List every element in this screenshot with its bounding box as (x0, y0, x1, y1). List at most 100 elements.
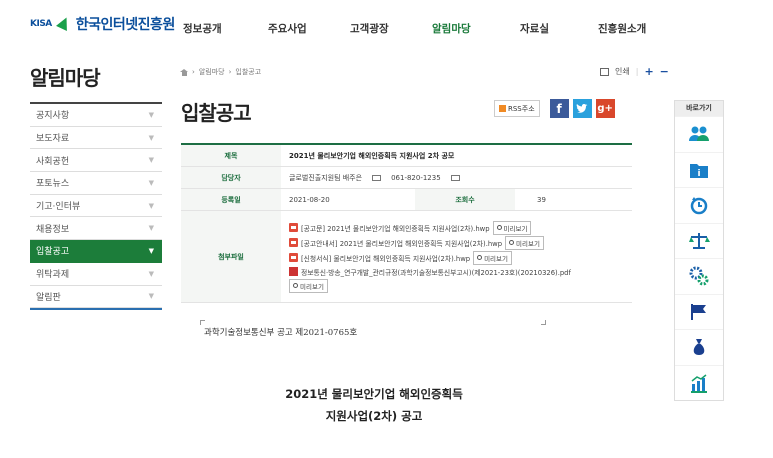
quick-link-settings[interactable] (675, 258, 723, 294)
chevron-down-icon: ▼ (148, 110, 154, 119)
quick-link-history[interactable] (675, 187, 723, 223)
facebook-share-button[interactable]: f (549, 99, 569, 118)
gear-icon (689, 266, 709, 286)
hwp-file-icon (289, 238, 298, 247)
search-icon (293, 283, 298, 288)
hwp-file-icon (289, 253, 298, 262)
print-button[interactable]: 인쇄 (615, 66, 630, 77)
sidebar-title: 알림마당 (30, 66, 101, 90)
twitter-bird-icon (576, 103, 588, 113)
manager-cell: 글로벌진출지원팀 배주은 061-820-1235 (281, 167, 632, 188)
preview-label: 미리보기 (516, 239, 540, 248)
breadcrumb-sep: › (192, 68, 195, 76)
chevron-down-icon: ▼ (148, 201, 154, 210)
sidebar-item-board[interactable]: 알림판 ▼ (30, 286, 162, 309)
sidebar-item-social[interactable]: 사회공헌 ▼ (30, 149, 162, 173)
sidebar-item-bids[interactable]: 입찰공고 ▼ (30, 240, 162, 263)
nav-item-business[interactable]: 주요사업 (268, 21, 307, 36)
sidebar-item-interview[interactable]: 기고·인터뷰 ▼ (30, 195, 162, 218)
pdf-file-icon (289, 267, 298, 276)
quick-link-people[interactable] (675, 116, 723, 152)
sidebar-item-label: 보도자료 (36, 134, 70, 145)
rss-icon (499, 105, 506, 112)
bar-chart-icon (691, 374, 707, 393)
svg-text:i: i (697, 169, 700, 179)
rss-label: RSS주소 (508, 104, 535, 113)
files-label: 첨부파일 (181, 211, 281, 302)
quick-link-statistics[interactable] (675, 364, 723, 401)
nav-item-customer[interactable]: 고객광장 (350, 21, 389, 36)
page-utils: 인쇄 | + − (600, 65, 669, 78)
attachment-link[interactable]: [공고문] 2021년 물리보안기업 해외인증획득 지원사업(2차).hwp (301, 223, 490, 233)
date-value: 2021-08-20 (289, 195, 330, 204)
notice-number: 과학기술정보통신부 공고 제2021-0765호 (204, 328, 358, 338)
scale-icon (689, 232, 710, 249)
chevron-down-icon: ▼ (148, 269, 154, 278)
nav-item-about[interactable]: 진흥원소개 (598, 21, 646, 36)
date-label: 등록일 (181, 189, 281, 210)
nav-item-library[interactable]: 자료실 (520, 21, 549, 36)
corner-mark (541, 320, 546, 325)
attachment-item: 미리보기 (289, 278, 571, 293)
preview-label: 미리보기 (503, 224, 528, 233)
sidebar-menu: 공지사항 ▼ 보도자료 ▼ 사회공헌 ▼ 포토뉴스 ▼ 기고·인터뷰 ▼ 채용정보 ▼ 입찰… (30, 102, 162, 311)
phone-icon (372, 174, 382, 181)
search-icon (509, 240, 515, 245)
zoom-out-button[interactable]: − (660, 65, 669, 78)
chevron-down-icon: ▼ (148, 246, 154, 255)
attachment-link[interactable]: 정보통신·방송_연구개발_관리규정(과학기술정보통신부고시)(제2021-23호… (301, 267, 571, 277)
sidebar-item-label: 위탁과제 (36, 270, 70, 281)
breadcrumb-item[interactable]: 입찰공고 (235, 67, 261, 77)
title-value: 2021년 물리보안기업 해외인증획득 지원사업 2차 공모 (289, 151, 455, 160)
sidebar-item-recruit[interactable]: 채용정보 ▼ (30, 217, 162, 241)
attachment-link[interactable]: [공고안내서] 2021년 물리보안기업 해외인증획득 지원사업(2차).hwp (301, 238, 502, 248)
mail-icon[interactable] (450, 174, 460, 181)
sidebar-item-label: 알림판 (36, 292, 61, 303)
divider: | (635, 67, 639, 76)
quick-links-title: 바로가기 (675, 101, 723, 116)
manager-label: 담당자 (181, 167, 281, 188)
folder-info-icon: i (690, 163, 708, 179)
table-row: 첨부파일 [공고문] 2021년 물리보안기업 해외인증획득 지원사업(2차).… (181, 211, 632, 303)
sidebar-item-commission[interactable]: 위탁과제 ▼ (30, 263, 162, 286)
hwp-file-icon (289, 223, 298, 232)
nav-item-info[interactable]: 정보공개 (183, 21, 222, 36)
quick-links: 바로가기 i (674, 100, 724, 401)
share-bar: RSS주소 f g+ (494, 99, 615, 118)
googleplus-share-button[interactable]: g+ (595, 99, 615, 118)
people-icon (689, 126, 709, 142)
quick-link-flag[interactable] (675, 293, 723, 330)
preview-button[interactable]: 미리보기 (473, 250, 512, 265)
attachment-link[interactable]: [신청서식] 물리보안기업 해외인증획득 지원사업(2차).hwp (301, 253, 470, 263)
preview-button[interactable]: 미리보기 (289, 278, 328, 293)
clock-icon (690, 197, 708, 215)
sidebar-item-label: 입찰공고 (36, 247, 70, 258)
nav-item-notice[interactable]: 알림마당 (432, 21, 471, 36)
home-icon[interactable] (180, 68, 188, 76)
breadcrumb-item[interactable]: 알림마당 (199, 67, 225, 77)
title-label: 제목 (181, 145, 281, 166)
sidebar-item-press[interactable]: 보도자료 ▼ (30, 127, 162, 150)
preview-button[interactable]: 미리보기 (492, 220, 532, 235)
sidebar-item-label: 공지사항 (36, 111, 70, 122)
rss-button[interactable]: RSS주소 (494, 100, 540, 117)
body-title-line: 2021년 물리보안기업 해외인증획득 (285, 387, 463, 401)
sidebar-item-notices[interactable]: 공지사항 ▼ (30, 104, 162, 127)
quick-link-info[interactable]: i (675, 151, 723, 188)
table-row: 담당자 글로벌진출지원팀 배주은 061-820-1235 (181, 167, 632, 189)
quick-link-budget[interactable] (675, 329, 723, 365)
files-cell: [공고문] 2021년 물리보안기업 해외인증획득 지원사업(2차).hwp 미… (281, 211, 632, 302)
quick-link-ethics[interactable] (675, 222, 723, 259)
attachment-item: 정보통신·방송_연구개발_관리규정(과학기술정보통신부고시)(제2021-23호… (289, 266, 571, 278)
preview-button[interactable]: 미리보기 (505, 235, 544, 250)
sidebar-item-photo[interactable]: 포토뉴스 ▼ (30, 172, 162, 195)
manager-value: 글로벌진출지원팀 배주은 (289, 173, 363, 182)
chevron-down-icon: ▼ (148, 224, 154, 233)
zoom-in-button[interactable]: + (644, 65, 653, 78)
print-icon[interactable] (600, 67, 609, 76)
attachment-list: [공고문] 2021년 물리보안기업 해외인증획득 지원사업(2차).hwp 미… (289, 218, 571, 296)
search-icon (477, 255, 483, 260)
twitter-share-button[interactable] (572, 99, 592, 118)
views-label: 조회수 (415, 189, 515, 210)
table-row: 제목 2021년 물리보안기업 해외인증획득 지원사업 2차 공모 (181, 145, 632, 167)
